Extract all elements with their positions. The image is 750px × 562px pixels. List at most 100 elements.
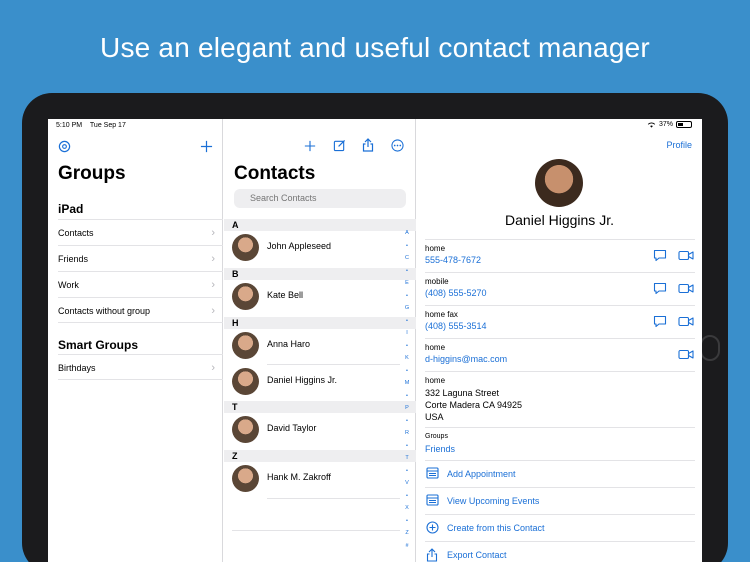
section-header-a: A xyxy=(224,219,416,231)
action-label: Create from this Contact xyxy=(447,523,545,533)
email-value[interactable]: d-higgins@mac.com xyxy=(425,354,507,364)
side-button xyxy=(700,335,720,361)
video-call-icon[interactable] xyxy=(678,349,694,360)
group-row-birthdays[interactable]: Birthdays › xyxy=(58,354,223,380)
contact-full-name: Daniel Higgins Jr. xyxy=(505,212,614,228)
index-letter[interactable]: T xyxy=(403,452,411,465)
group-row-without-group[interactable]: Contacts without group › xyxy=(58,297,223,323)
contact-row[interactable]: David Taylor xyxy=(232,413,400,447)
video-call-icon[interactable] xyxy=(678,250,694,261)
field-label: Groups xyxy=(425,433,448,440)
index-letter[interactable]: # xyxy=(403,540,411,553)
contact-row[interactable]: Anna Haro xyxy=(232,329,400,363)
profile-button[interactable]: Profile xyxy=(666,140,692,150)
chevron-right-icon: › xyxy=(211,305,215,317)
chevron-right-icon: › xyxy=(211,253,215,265)
contact-name: David Taylor xyxy=(267,423,317,433)
index-dot[interactable]: • xyxy=(403,315,411,328)
index-dot[interactable]: • xyxy=(403,465,411,478)
action-label: Export Contact xyxy=(447,550,507,560)
alphabet-index[interactable]: A • C • E • G • I • K • M • P • R • T • … xyxy=(403,227,411,552)
index-letter[interactable]: M xyxy=(403,377,411,390)
index-letter[interactable]: G xyxy=(403,302,411,315)
index-dot[interactable]: • xyxy=(403,340,411,353)
field-label: home xyxy=(425,376,446,385)
index-letter[interactable]: A xyxy=(403,227,411,240)
chevron-right-icon: › xyxy=(211,279,215,291)
share-icon xyxy=(426,548,438,562)
phone-field[interactable]: home 555-478-7672 xyxy=(425,239,695,272)
phone-value[interactable]: 555-478-7672 xyxy=(425,255,481,265)
index-letter[interactable]: I xyxy=(403,327,411,340)
index-dot[interactable]: • xyxy=(403,440,411,453)
contact-row[interactable]: John Appleseed xyxy=(232,231,400,265)
index-letter[interactable]: C xyxy=(403,252,411,265)
address-field[interactable]: home 332 Laguna Street Corte Madera CA 9… xyxy=(425,371,695,427)
group-row-contacts[interactable]: Contacts › xyxy=(58,219,223,245)
index-letter[interactable]: E xyxy=(403,277,411,290)
contact-row[interactable]: Daniel Higgins Jr. xyxy=(232,365,400,399)
section-header-z: Z xyxy=(224,450,416,462)
contact-row[interactable]: Hank M. Zakroff xyxy=(232,462,400,496)
field-label: mobile xyxy=(425,277,449,286)
contacts-title: Contacts xyxy=(234,163,316,184)
field-label: home xyxy=(425,343,446,352)
video-call-icon[interactable] xyxy=(678,283,694,294)
section-header-t: T xyxy=(224,401,416,413)
index-letter[interactable]: V xyxy=(403,477,411,490)
index-dot[interactable]: • xyxy=(403,240,411,253)
share-icon[interactable] xyxy=(362,138,374,152)
index-dot[interactable]: • xyxy=(403,265,411,278)
contact-detail-pane: Profile Daniel Higgins Jr. home 555-478-… xyxy=(417,119,702,562)
add-appointment-button[interactable]: Add Appointment xyxy=(425,460,695,487)
contact-name: Anna Haro xyxy=(267,339,311,349)
message-icon[interactable] xyxy=(653,315,667,328)
view-upcoming-events-button[interactable]: View Upcoming Events xyxy=(425,487,695,514)
index-letter[interactable]: Z xyxy=(403,527,411,540)
contact-row[interactable]: Kate Bell xyxy=(232,280,400,314)
group-row-friends[interactable]: Friends › xyxy=(58,245,223,271)
group-label: Work xyxy=(58,280,79,290)
avatar xyxy=(232,283,259,310)
export-contact-button[interactable]: Export Contact xyxy=(425,541,695,562)
index-dot[interactable]: • xyxy=(403,390,411,403)
add-contact-icon[interactable] xyxy=(304,140,316,152)
phone-value[interactable]: (408) 555-3514 xyxy=(425,321,487,331)
phone-field[interactable]: mobile (408) 555-5270 xyxy=(425,272,695,305)
index-letter[interactable]: K xyxy=(403,352,411,365)
phone-field[interactable]: home fax (408) 555-3514 xyxy=(425,305,695,338)
message-icon[interactable] xyxy=(653,282,667,295)
compose-icon[interactable] xyxy=(333,139,346,152)
section-ipad: iPad xyxy=(58,202,84,216)
phone-value[interactable]: (408) 555-5270 xyxy=(425,288,487,298)
add-group-icon[interactable] xyxy=(200,140,213,153)
more-icon[interactable] xyxy=(391,139,404,152)
index-letter[interactable]: R xyxy=(403,427,411,440)
action-label: View Upcoming Events xyxy=(447,496,540,506)
search-input[interactable] xyxy=(234,189,406,208)
groups-field[interactable]: Groups Friends xyxy=(425,427,695,460)
index-letter[interactable]: P xyxy=(403,402,411,415)
group-row-work[interactable]: Work › xyxy=(58,271,223,297)
contact-photo xyxy=(535,159,583,207)
settings-icon[interactable] xyxy=(58,140,71,153)
group-label: Birthdays xyxy=(58,363,96,373)
email-field[interactable]: home d-higgins@mac.com xyxy=(425,338,695,371)
calendar-icon xyxy=(426,467,439,479)
groups-value[interactable]: Friends xyxy=(425,444,455,454)
index-dot[interactable]: • xyxy=(403,365,411,378)
index-dot[interactable]: • xyxy=(403,290,411,303)
calendar-icon xyxy=(426,494,439,506)
action-label: Add Appointment xyxy=(447,469,516,479)
group-label: Contacts xyxy=(58,228,94,238)
index-dot[interactable]: • xyxy=(403,415,411,428)
index-dot[interactable]: • xyxy=(403,515,411,528)
index-letter[interactable]: X xyxy=(403,502,411,515)
create-from-contact-button[interactable]: Create from this Contact xyxy=(425,514,695,541)
contact-name: Daniel Higgins Jr. xyxy=(267,375,338,385)
section-smart-groups: Smart Groups xyxy=(58,338,139,352)
message-icon[interactable] xyxy=(653,249,667,262)
row-divider xyxy=(232,530,400,531)
video-call-icon[interactable] xyxy=(678,316,694,327)
index-dot[interactable]: • xyxy=(403,490,411,503)
